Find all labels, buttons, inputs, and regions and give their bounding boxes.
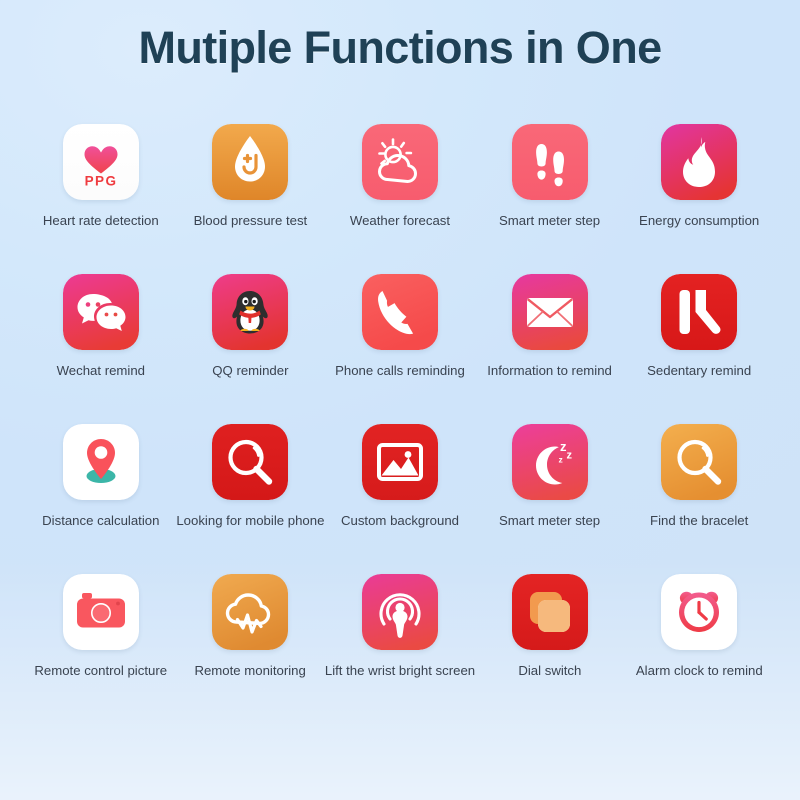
feature-item-heart-rate-detection[interactable]: PPG Heart rate detection	[26, 124, 176, 274]
qq-penguin-icon	[212, 274, 289, 350]
feature-item-information-to-remind[interactable]: Information to remind	[475, 274, 625, 424]
feature-label: Alarm clock to remind	[635, 663, 763, 678]
tile-sedentary-remind[interactable]	[661, 274, 738, 350]
map-pin-icon	[62, 424, 139, 500]
feature-label: Information to remind	[487, 363, 612, 378]
feature-label: Blood pressure test	[193, 213, 308, 228]
envelope-icon	[511, 274, 588, 350]
camera-icon	[62, 574, 139, 650]
picture-frame-icon	[361, 424, 438, 500]
feature-item-lift-the-wrist-bright-screen[interactable]: Lift the wrist bright screen	[325, 574, 475, 724]
tile-custom-background[interactable]	[361, 424, 438, 500]
tile-alarm-clock-to-remind[interactable]	[661, 574, 738, 650]
feature-item-find-the-bracelet[interactable]: Find the bracelet	[624, 424, 774, 574]
feature-row: Remote control picture Remote monitoring…	[26, 574, 774, 724]
phone-handset-icon	[361, 274, 438, 350]
page-title: Mutiple Functions in One	[138, 22, 662, 73]
feature-row: Wechat remind QQ reminder Phone calls re…	[26, 274, 774, 424]
tile-heart-rate-detection[interactable]: PPG	[62, 124, 139, 200]
magnifier-red-icon	[212, 424, 289, 500]
feature-label: QQ reminder	[212, 363, 289, 378]
feature-item-dial-switch[interactable]: Dial switch	[475, 574, 624, 724]
feature-label: Heart rate detection	[42, 213, 159, 228]
feature-item-alarm-clock-to-remind[interactable]: Alarm clock to remind	[625, 574, 774, 724]
feature-label: Distance calculation	[42, 513, 160, 528]
wrist-broadcast-icon	[362, 574, 438, 650]
tile-phone-calls-reminding[interactable]	[361, 274, 438, 350]
feature-label: Smart meter step	[499, 213, 601, 228]
feature-label: Weather forecast	[349, 213, 451, 228]
feature-grid: PPG Heart rate detection Blood pressure …	[26, 124, 774, 724]
dial-squares-icon	[511, 574, 588, 650]
feature-item-weather-forecast[interactable]: Weather forecast	[325, 124, 475, 274]
svg-text:z: z	[558, 455, 562, 465]
feature-item-phone-calls-reminding[interactable]: Phone calls reminding	[325, 274, 475, 424]
feature-row: Distance calculation Looking for mobile …	[26, 424, 774, 574]
svg-text:PPG: PPG	[84, 174, 117, 189]
feature-label: Custom background	[340, 513, 459, 528]
feature-item-smart-meter-step[interactable]: Smart meter step	[475, 124, 625, 274]
tile-remote-monitoring[interactable]	[212, 574, 289, 650]
feature-item-wechat-remind[interactable]: Wechat remind	[26, 274, 176, 424]
sedentary-legs-icon	[661, 274, 738, 350]
feature-label: Lift the wrist bright screen	[324, 663, 476, 678]
tile-weather-forecast[interactable]	[361, 124, 438, 200]
svg-text:z: z	[566, 450, 572, 462]
heart-ppg-icon: PPG	[62, 124, 139, 200]
tile-find-the-bracelet[interactable]	[661, 424, 738, 500]
tile-sleep-monitor[interactable]: z z z	[511, 424, 588, 500]
feature-label: Remote monitoring	[194, 663, 306, 678]
tile-dial-switch[interactable]	[511, 574, 588, 650]
tile-information-to-remind[interactable]	[511, 274, 588, 350]
footsteps-icon	[511, 124, 588, 200]
flame-icon	[661, 124, 738, 200]
feature-row: PPG Heart rate detection Blood pressure …	[26, 124, 774, 274]
feature-label: Find the bracelet	[650, 513, 749, 528]
tile-remote-control-picture[interactable]	[62, 574, 139, 650]
feature-item-blood-pressure-test[interactable]: Blood pressure test	[176, 124, 326, 274]
tile-qq-reminder[interactable]	[212, 274, 289, 350]
blood-drop-icon	[212, 124, 289, 200]
feature-item-sleep-monitor[interactable]: z z z Smart meter step	[475, 424, 625, 574]
tile-looking-for-mobile-phone[interactable]	[212, 424, 289, 500]
wechat-bubbles-icon	[62, 274, 139, 350]
feature-item-custom-background[interactable]: Custom background	[325, 424, 475, 574]
feature-item-sedentary-remind[interactable]: Sedentary remind	[624, 274, 774, 424]
magnifier-orange-icon	[661, 424, 738, 500]
feature-label: Sedentary remind	[647, 363, 752, 378]
alarm-clock-icon	[661, 574, 738, 650]
cloud-pulse-icon	[212, 574, 289, 650]
tile-blood-pressure-test[interactable]	[212, 124, 289, 200]
feature-label: Looking for mobile phone	[176, 513, 325, 528]
moon-sleep-icon: z z z	[511, 424, 588, 500]
tile-energy-consumption[interactable]	[661, 124, 738, 200]
feature-item-remote-control-picture[interactable]: Remote control picture	[26, 574, 175, 724]
tile-lift-the-wrist-bright-screen[interactable]	[362, 574, 438, 650]
feature-item-qq-reminder[interactable]: QQ reminder	[176, 274, 326, 424]
promo-page: Mutiple Functions in One PPG Heart rate …	[0, 0, 800, 800]
feature-item-distance-calculation[interactable]: Distance calculation	[26, 424, 176, 574]
feature-label: Smart meter step	[499, 513, 601, 528]
feature-label: Wechat remind	[56, 363, 146, 378]
feature-item-looking-for-mobile-phone[interactable]: Looking for mobile phone	[176, 424, 326, 574]
feature-label: Dial switch	[518, 663, 582, 678]
feature-label: Remote control picture	[34, 663, 168, 678]
tile-distance-calculation[interactable]	[62, 424, 139, 500]
tile-smart-meter-step[interactable]	[511, 124, 588, 200]
tile-wechat-remind[interactable]	[62, 274, 139, 350]
sun-cloud-icon	[361, 124, 438, 200]
feature-item-energy-consumption[interactable]: Energy consumption	[624, 124, 774, 274]
feature-label: Energy consumption	[639, 213, 760, 228]
feature-label: Phone calls reminding	[335, 363, 465, 378]
feature-item-remote-monitoring[interactable]: Remote monitoring	[175, 574, 324, 724]
